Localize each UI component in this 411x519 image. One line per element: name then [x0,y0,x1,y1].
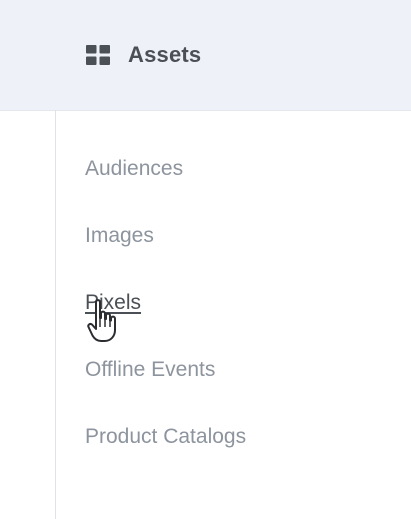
assets-title: Assets [128,42,202,67]
nav-item-offline-events[interactable]: Offline Events [85,356,215,384]
assets-menu-panel: Assets Audiences Images Pixels Offline E… [0,0,411,519]
nav-item-product-catalogs[interactable]: Product Catalogs [85,423,246,451]
nav-item-images[interactable]: Images [85,222,154,250]
assets-header: Assets [0,0,411,111]
nav-item-audiences[interactable]: Audiences [85,155,183,183]
sidebar-divider [55,110,56,519]
nav-item-pixels[interactable]: Pixels [85,289,141,317]
grid-icon [86,45,110,65]
